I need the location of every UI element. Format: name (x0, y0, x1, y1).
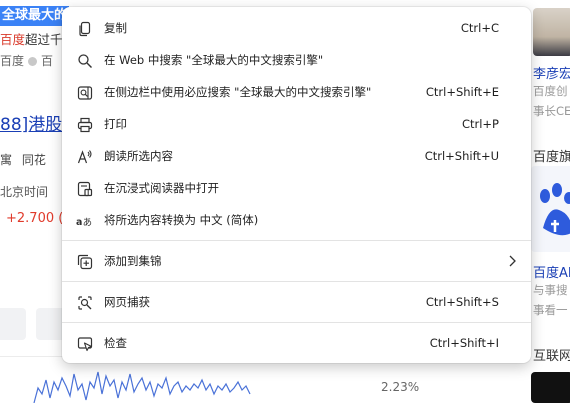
menu-item-add-to-collections[interactable]: 添加到集锦 (66, 246, 527, 276)
menu-item-label: 复制 (104, 21, 127, 35)
menu-item-immersive-reader[interactable]: 在沉浸式阅读器中打开 (66, 173, 527, 203)
menu-item-copy[interactable]: 复制 Ctrl+C (66, 13, 527, 43)
menu-item-label: 在沉浸式阅读器中打开 (104, 181, 219, 195)
copy-icon (76, 20, 93, 37)
menu-separator (62, 281, 531, 282)
person-name-link[interactable]: 李彦宏 (533, 63, 570, 82)
related-heading-2: 互联网 (533, 349, 570, 364)
menu-item-inspect[interactable]: 检查 Ctrl+Shift+I (66, 328, 527, 358)
menu-item-label: 在侧边栏中使用必应搜索 "全球最大的中文搜索引擎" (104, 85, 372, 99)
search-icon (76, 52, 93, 69)
period-button-1[interactable] (0, 308, 26, 340)
chevron-right-icon (505, 253, 519, 269)
stock-tabs[interactable]: 寓 同花 (0, 151, 46, 168)
translate-icon: aあ (76, 212, 93, 229)
menu-item-translate[interactable]: aあ 将所选内容转换为 中文 (简体) (66, 205, 527, 235)
source-dot-icon (28, 57, 38, 66)
menu-item-label: 添加到集锦 (104, 254, 162, 268)
menu-item-sidebar-search[interactable]: 在侧边栏中使用必应搜索 "全球最大的中文搜索引擎" Ctrl+Shift+E (66, 77, 527, 107)
menu-separator (62, 240, 531, 241)
source-extra: 百 (41, 54, 54, 68)
read-aloud-icon (76, 148, 93, 165)
baidu-paw-icon (540, 183, 570, 236)
menu-item-shortcut: Ctrl+P (461, 117, 499, 131)
person-avatar[interactable] (533, 8, 570, 56)
menu-item-shortcut: Ctrl+Shift+U (424, 149, 499, 163)
inspect-icon (76, 335, 93, 352)
baidu-logo-card[interactable] (531, 166, 570, 252)
stock-result-title-link[interactable]: 88]港股 (0, 110, 62, 135)
selected-text: 全球最大的 (0, 6, 70, 26)
menu-item-print[interactable]: 打印 Ctrl+P (66, 109, 527, 139)
change-percent: 2.23% (381, 380, 420, 394)
svg-text:a: a (76, 216, 82, 227)
result-source-line: 百度 百 (0, 52, 53, 69)
print-icon (76, 116, 93, 133)
menu-item-label: 打印 (104, 117, 127, 131)
result-snippet-line: 百度超过千 (0, 29, 63, 48)
menu-item-shortcut: Ctrl+Shift+I (429, 336, 499, 350)
menu-separator (62, 322, 531, 323)
svg-text:あ: あ (83, 217, 92, 228)
menu-item-shortcut: Ctrl+C (460, 21, 499, 35)
menu-item-label: 在 Web 中搜索 "全球最大的中文搜索引擎" (104, 53, 324, 67)
immersive-reader-icon (76, 180, 93, 197)
related-desc-3: 与事搜 (533, 283, 568, 297)
menu-item-read-aloud[interactable]: 朗读所选内容 Ctrl+Shift+U (66, 141, 527, 171)
snippet-brand: 百度 (0, 32, 26, 47)
person-desc-2: 事长CE (533, 104, 570, 118)
menu-item-web-capture[interactable]: 网页捕获 Ctrl+Shift+S (66, 287, 527, 317)
menu-item-label: 网页捕获 (104, 295, 150, 309)
menu-item-shortcut: Ctrl+Shift+E (425, 85, 499, 99)
person-desc-1: 百度创 (533, 84, 568, 98)
web-capture-icon (76, 294, 93, 311)
source-name: 百度 (0, 54, 25, 68)
menu-item-label: 检查 (104, 336, 127, 350)
menu-item-web-search[interactable]: 在 Web 中搜索 "全球最大的中文搜索引擎" (66, 45, 527, 75)
collections-icon (76, 253, 93, 270)
menu-item-label: 将所选内容转换为 中文 (简体) (104, 213, 259, 227)
related-heading: 百度旗 (533, 150, 570, 165)
stock-sparkline (33, 371, 251, 403)
beijing-time-label: 北京时间 (0, 185, 49, 199)
menu-item-shortcut: Ctrl+Shift+S (425, 295, 499, 309)
related-thumbnail[interactable] (531, 372, 570, 403)
menu-item-label: 朗读所选内容 (104, 149, 173, 163)
snippet-text: 超过千 (25, 32, 63, 47)
context-menu: 复制 Ctrl+C 在 Web 中搜索 "全球最大的中文搜索引擎" 在侧边栏中使… (62, 7, 531, 363)
related-desc-4: 事看一 (533, 303, 568, 317)
baidu-ai-link[interactable]: 百度AI (533, 262, 570, 281)
sidebar-search-icon (76, 84, 93, 101)
